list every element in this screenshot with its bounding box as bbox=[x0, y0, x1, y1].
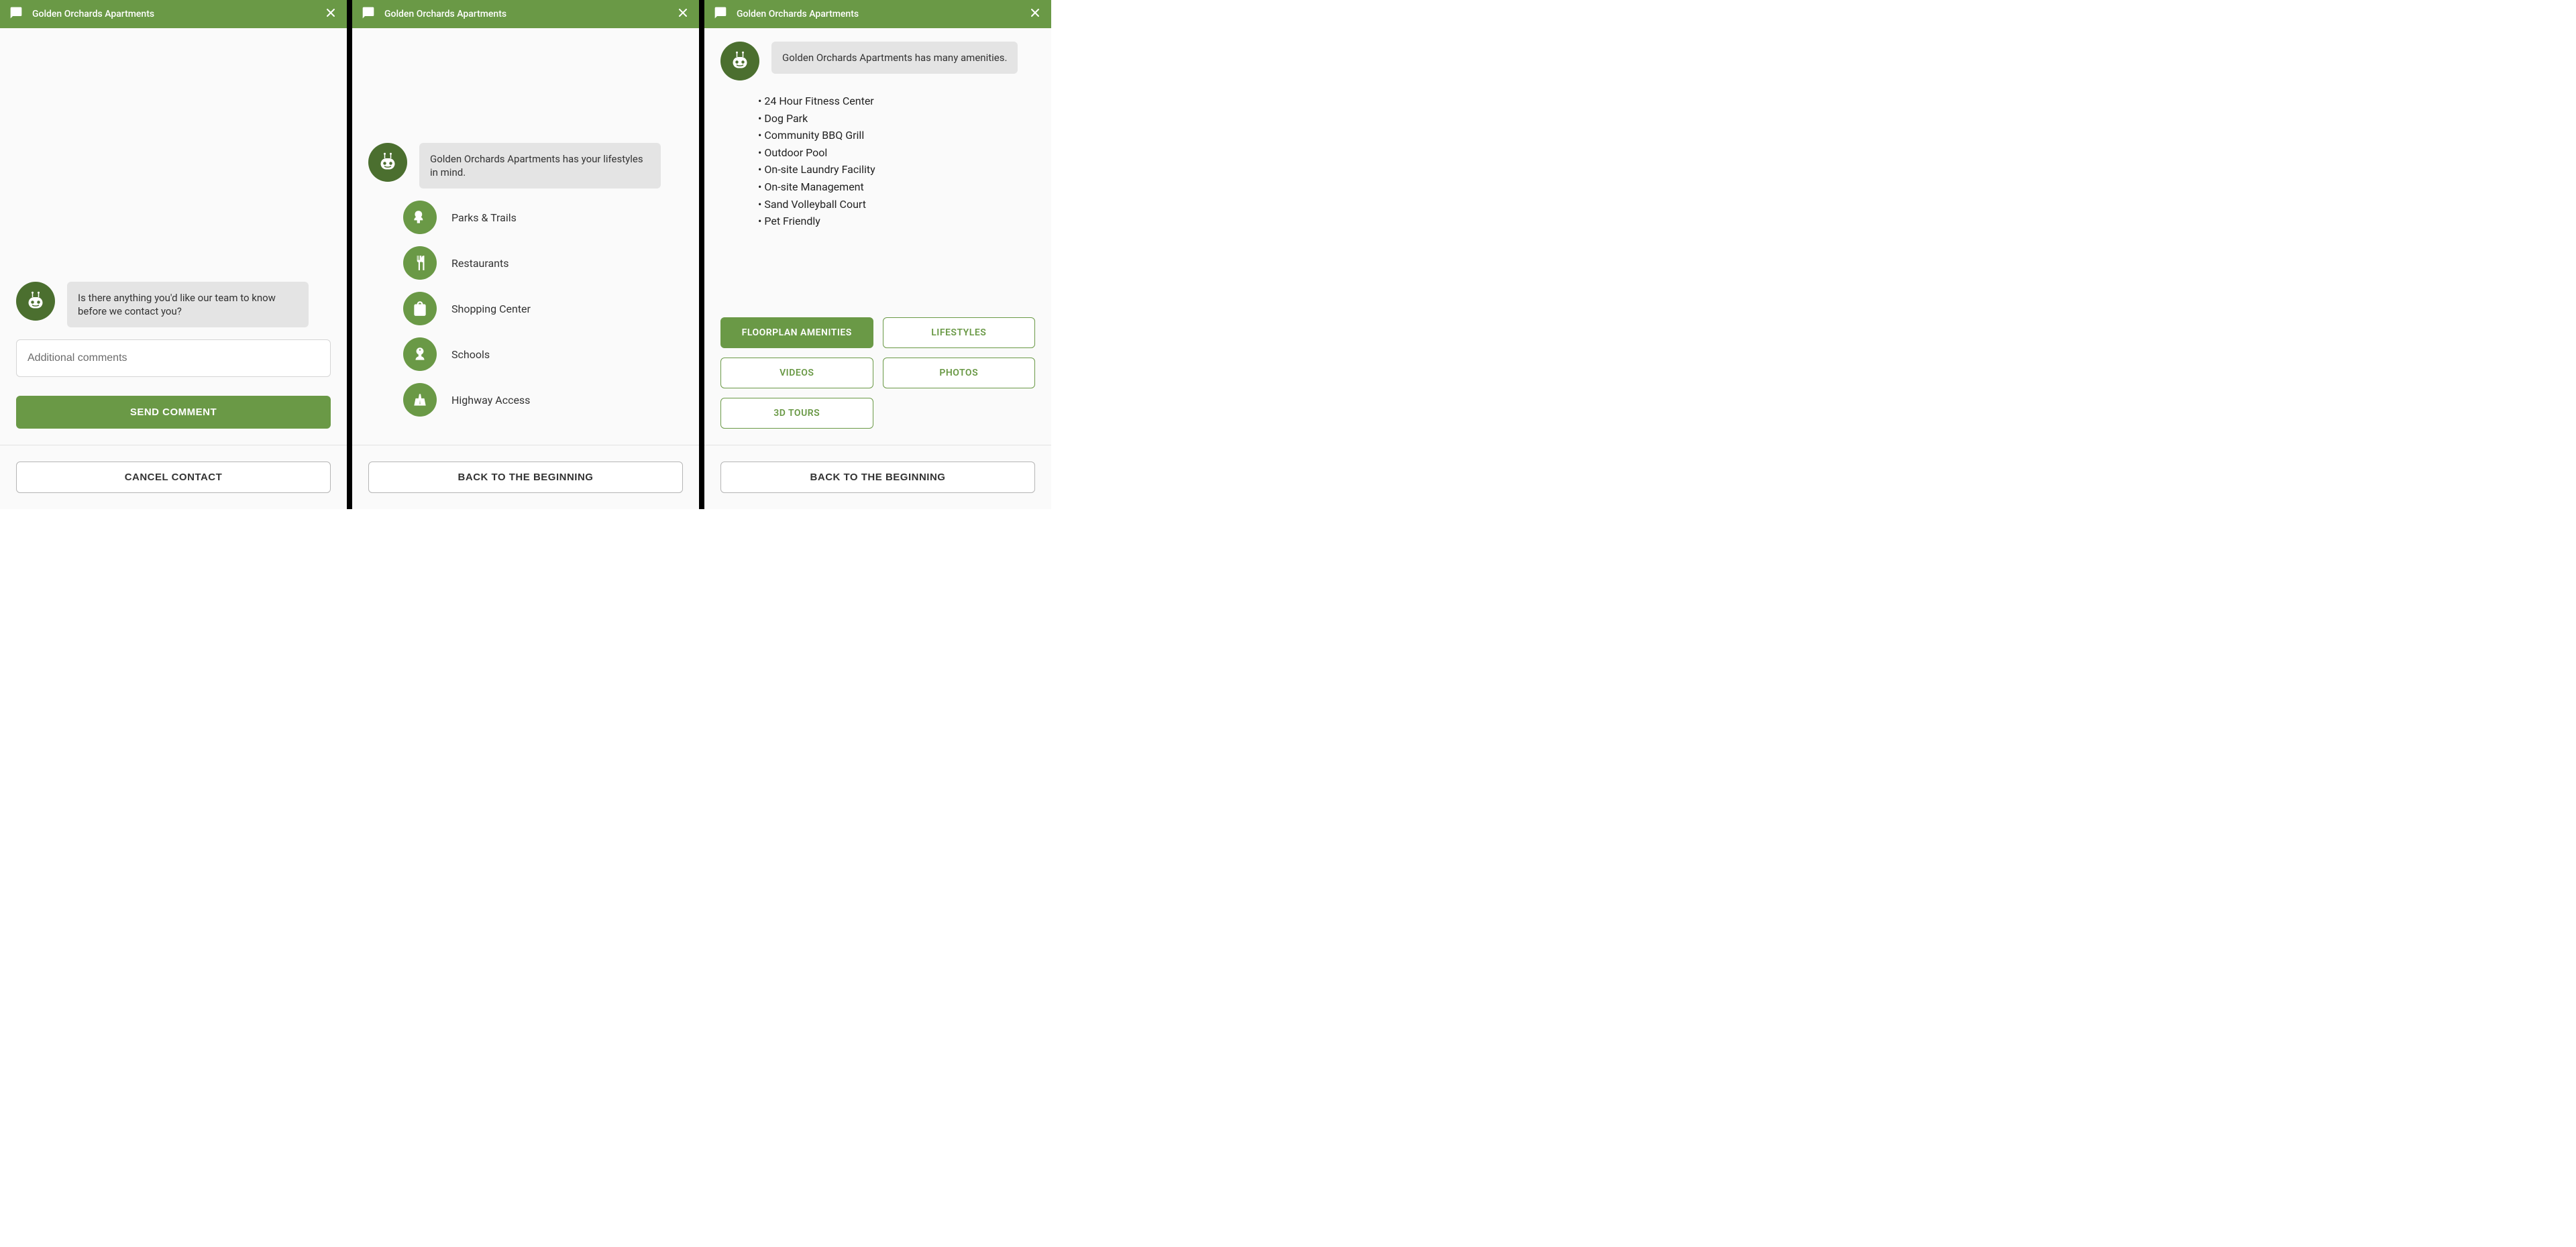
chat-icon bbox=[714, 6, 727, 22]
lifestyle-label: Restaurants bbox=[451, 257, 509, 270]
chip-floorplan-amenities[interactable]: FLOORPLAN AMENITIES bbox=[720, 317, 873, 348]
amenity-item: On-site Laundry Facility bbox=[758, 161, 1035, 178]
bot-message-row: Golden Orchards Apartments has many amen… bbox=[720, 42, 1035, 80]
lifestyle-list: Parks & Trails Restaurants Shopping Cent… bbox=[368, 201, 683, 429]
shopping-icon bbox=[403, 292, 437, 325]
cancel-contact-button[interactable]: CANCEL CONTACT bbox=[16, 462, 331, 493]
amenity-item: Sand Volleyball Court bbox=[758, 196, 1035, 213]
lifestyle-label: Parks & Trails bbox=[451, 211, 517, 224]
chat-footer: BACK TO THE BEGINNING bbox=[352, 445, 699, 509]
bot-avatar bbox=[368, 143, 407, 182]
bot-message-bubble: Golden Orchards Apartments has your life… bbox=[419, 143, 661, 189]
chat-body: Is there anything you'd like our team to… bbox=[0, 28, 347, 445]
chat-body: Golden Orchards Apartments has your life… bbox=[352, 28, 699, 445]
chip-3d-tours[interactable]: 3D TOURS bbox=[720, 398, 873, 429]
chat-icon bbox=[9, 6, 23, 22]
chat-header-title: Golden Orchards Apartments bbox=[384, 9, 676, 19]
send-comment-button[interactable]: SEND COMMENT bbox=[16, 396, 331, 429]
schools-icon bbox=[403, 337, 437, 371]
additional-comments-input[interactable] bbox=[16, 339, 331, 377]
lifestyle-item-highway[interactable]: Highway Access bbox=[403, 383, 683, 417]
bot-message-row: Golden Orchards Apartments has your life… bbox=[368, 143, 683, 189]
chat-header-title: Golden Orchards Apartments bbox=[737, 9, 1028, 19]
chat-header: Golden Orchards Apartments bbox=[704, 0, 1051, 28]
amenity-chip-grid: FLOORPLAN AMENITIES LIFESTYLES VIDEOS PH… bbox=[720, 317, 1035, 429]
chat-panel-contact: Golden Orchards Apartments Is there anyt bbox=[0, 0, 347, 509]
chat-footer: CANCEL CONTACT bbox=[0, 445, 347, 509]
lifestyle-item-schools[interactable]: Schools bbox=[403, 337, 683, 371]
amenity-item: Dog Park bbox=[758, 110, 1035, 127]
bot-avatar bbox=[16, 282, 55, 321]
chat-header: Golden Orchards Apartments bbox=[0, 0, 347, 28]
amenity-item: Community BBQ Grill bbox=[758, 127, 1035, 144]
close-button[interactable] bbox=[324, 6, 337, 22]
restaurants-icon bbox=[403, 246, 437, 280]
close-button[interactable] bbox=[676, 6, 690, 22]
chat-footer: BACK TO THE BEGINNING bbox=[704, 445, 1051, 509]
amenities-list: 24 Hour Fitness Center Dog Park Communit… bbox=[720, 93, 1035, 230]
close-button[interactable] bbox=[1028, 6, 1042, 22]
amenity-item: Outdoor Pool bbox=[758, 144, 1035, 162]
chip-videos[interactable]: VIDEOS bbox=[720, 358, 873, 388]
highway-icon bbox=[403, 383, 437, 417]
parks-icon bbox=[403, 201, 437, 234]
chip-lifestyles[interactable]: LIFESTYLES bbox=[883, 317, 1036, 348]
lifestyle-label: Highway Access bbox=[451, 394, 530, 406]
bot-message-row: Is there anything you'd like our team to… bbox=[16, 282, 331, 328]
chat-icon bbox=[362, 6, 375, 22]
amenity-item: Pet Friendly bbox=[758, 213, 1035, 230]
lifestyle-label: Schools bbox=[451, 348, 490, 361]
back-to-beginning-button[interactable]: BACK TO THE BEGINNING bbox=[368, 462, 683, 493]
chip-photos[interactable]: PHOTOS bbox=[883, 358, 1036, 388]
panel-divider bbox=[347, 0, 352, 509]
lifestyle-item-shopping[interactable]: Shopping Center bbox=[403, 292, 683, 325]
back-to-beginning-button[interactable]: BACK TO THE BEGINNING bbox=[720, 462, 1035, 493]
lifestyle-item-restaurants[interactable]: Restaurants bbox=[403, 246, 683, 280]
amenity-item: On-site Management bbox=[758, 178, 1035, 196]
chat-body: Golden Orchards Apartments has many amen… bbox=[704, 28, 1051, 445]
amenity-item: 24 Hour Fitness Center bbox=[758, 93, 1035, 110]
bot-message-bubble: Is there anything you'd like our team to… bbox=[67, 282, 309, 328]
bot-avatar bbox=[720, 42, 759, 80]
lifestyle-label: Shopping Center bbox=[451, 303, 531, 315]
chat-panel-lifestyles: Golden Orchards Apartments Golden Orchar bbox=[352, 0, 699, 509]
bot-message-bubble: Golden Orchards Apartments has many amen… bbox=[771, 42, 1018, 74]
chat-header-title: Golden Orchards Apartments bbox=[32, 9, 324, 19]
chat-header: Golden Orchards Apartments bbox=[352, 0, 699, 28]
lifestyle-item-parks[interactable]: Parks & Trails bbox=[403, 201, 683, 234]
chat-panel-amenities: Golden Orchards Apartments Golden Orchar… bbox=[704, 0, 1051, 509]
panel-divider bbox=[699, 0, 704, 509]
